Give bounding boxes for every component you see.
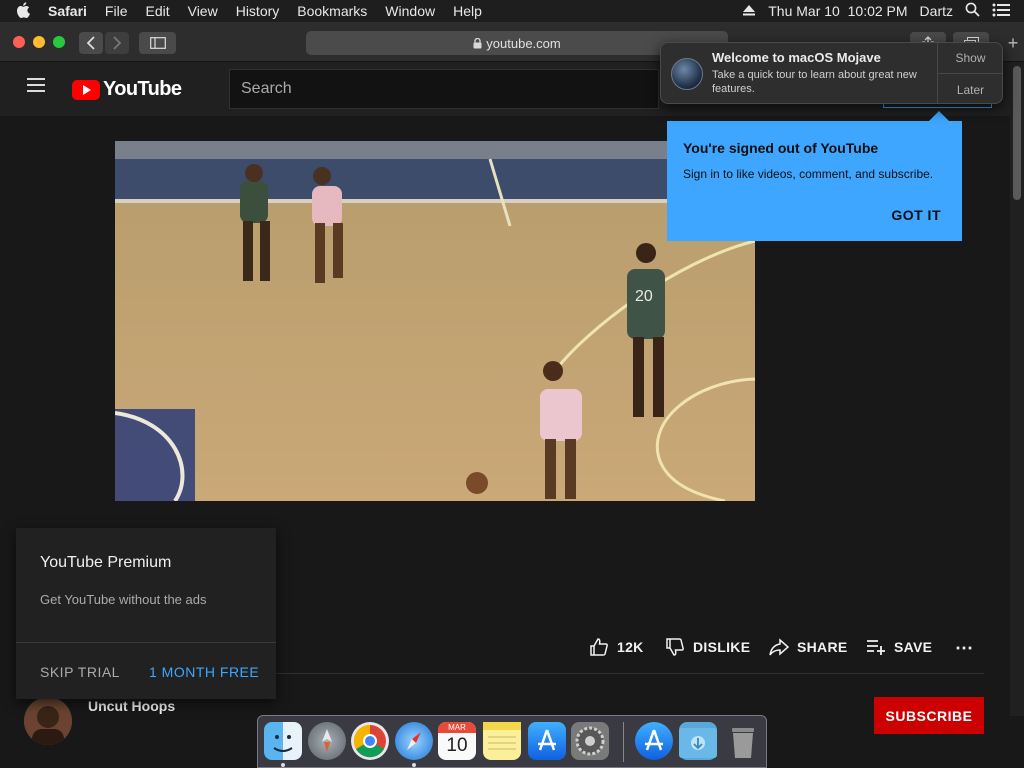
apple-menu-icon[interactable] (0, 1, 39, 21)
signed-out-title: You're signed out of YouTube (683, 140, 879, 156)
app-store-downloads-icon[interactable] (635, 722, 673, 760)
safari-running-dot (412, 763, 416, 767)
menu-app-safari[interactable]: Safari (39, 3, 96, 19)
share-arrow-icon (769, 638, 789, 656)
new-tab-button[interactable]: + (1002, 32, 1024, 54)
save-label: SAVE (894, 639, 933, 655)
calendar-day: 10 (446, 735, 468, 756)
notification-button-separator (937, 73, 1003, 74)
more-actions-button[interactable]: ⋯ (955, 637, 973, 659)
downloads-folder-icon[interactable] (679, 722, 717, 760)
signed-out-description: Sign in to like videos, comment, and sub… (683, 167, 934, 181)
youtube-logo-text: YouTube (103, 78, 182, 100)
notification-later-button[interactable]: Later (938, 83, 1003, 97)
macos-notification[interactable]: Welcome to macOS Mojave Take a quick tou… (660, 42, 1003, 104)
like-count: 12K (617, 639, 644, 655)
menu-window[interactable]: Window (376, 3, 444, 19)
chevron-left-icon (86, 36, 95, 50)
dock-separator (623, 722, 624, 762)
channel-avatar[interactable] (24, 697, 72, 745)
launchpad-icon[interactable] (308, 722, 346, 760)
menu-clock[interactable]: Thu Mar 10 10:02 PM (762, 3, 913, 19)
finder-running-dot (281, 763, 285, 767)
basketball (466, 472, 488, 494)
menu-file[interactable]: File (96, 3, 137, 19)
safari-icon[interactable] (395, 722, 433, 760)
subscribe-button[interactable]: SUBSCRIBE (874, 697, 984, 734)
menu-user[interactable]: Dartz (914, 3, 959, 19)
like-button[interactable]: 12K (589, 636, 644, 658)
search-input[interactable]: Search (229, 69, 659, 109)
signed-out-tooltip: You're signed out of YouTube Sign in to … (667, 111, 962, 241)
zoom-window-button[interactable] (53, 36, 65, 48)
hamburger-menu-icon[interactable] (27, 78, 45, 96)
close-window-button[interactable] (13, 36, 25, 48)
one-month-free-button[interactable]: 1 MONTH FREE (149, 664, 259, 680)
scrollbar-thumb[interactable] (1013, 66, 1021, 200)
system-preferences-icon[interactable] (571, 722, 609, 760)
macos-menu-bar: Safari File Edit View History Bookmarks … (0, 0, 1024, 22)
notes-icon[interactable] (483, 722, 521, 760)
channel-name[interactable]: Uncut Hoops (88, 698, 175, 714)
search-placeholder: Search (241, 80, 292, 97)
premium-title: YouTube Premium (40, 554, 172, 571)
notification-title: Welcome to macOS Mojave (712, 50, 881, 65)
premium-description: Get YouTube without the ads (40, 592, 207, 607)
video-player[interactable]: 20 (115, 141, 755, 501)
menu-edit[interactable]: Edit (136, 3, 178, 19)
calendar-icon[interactable]: MAR 10 (438, 722, 476, 760)
share-video-button[interactable]: SHARE (769, 636, 848, 658)
menu-bookmarks[interactable]: Bookmarks (288, 3, 376, 19)
notification-center-icon[interactable] (986, 3, 1024, 20)
app-store-icon[interactable] (528, 722, 566, 760)
svg-text:20: 20 (635, 288, 653, 305)
eject-icon[interactable] (736, 3, 762, 19)
sidebar-toggle-button[interactable] (139, 32, 176, 54)
finder-icon[interactable] (264, 722, 302, 760)
youtube-play-icon (72, 79, 100, 100)
premium-popup: YouTube Premium Get YouTube without the … (16, 528, 276, 699)
menu-view[interactable]: View (179, 3, 227, 19)
dislike-button[interactable]: DISLIKE (665, 636, 750, 658)
save-button[interactable]: SAVE (866, 636, 932, 658)
minimize-window-button[interactable] (33, 36, 45, 48)
dislike-label: DISLIKE (693, 639, 751, 655)
thumbs-down-icon (666, 638, 684, 656)
skip-trial-button[interactable]: SKIP TRIAL (40, 664, 120, 680)
mojave-icon (671, 58, 703, 90)
divider (276, 673, 984, 674)
more-icon: ⋯ (955, 637, 974, 658)
forward-button[interactable] (105, 32, 129, 54)
youtube-logo[interactable]: YouTube (72, 78, 182, 101)
url-text: youtube.com (486, 35, 561, 51)
chevron-right-icon (113, 36, 122, 50)
share-label: SHARE (797, 639, 848, 655)
page-scrollbar[interactable] (1010, 62, 1024, 716)
chrome-icon[interactable] (351, 722, 389, 760)
notification-show-button[interactable]: Show (938, 51, 1003, 65)
calendar-month: MAR (438, 722, 476, 733)
sidebar-icon (149, 37, 166, 49)
macos-dock: MAR 10 (257, 715, 767, 768)
thumbs-up-icon (590, 638, 608, 656)
menu-help[interactable]: Help (444, 3, 491, 19)
trash-icon[interactable] (724, 722, 762, 760)
back-button[interactable] (79, 32, 103, 54)
premium-divider (16, 642, 276, 643)
notification-description: Take a quick tour to learn about great n… (712, 69, 917, 95)
playlist-add-icon (867, 640, 885, 655)
spotlight-search-icon[interactable] (959, 2, 986, 20)
menu-history[interactable]: History (227, 3, 289, 19)
lock-icon (473, 37, 482, 48)
got-it-button[interactable]: GOT IT (891, 207, 941, 223)
